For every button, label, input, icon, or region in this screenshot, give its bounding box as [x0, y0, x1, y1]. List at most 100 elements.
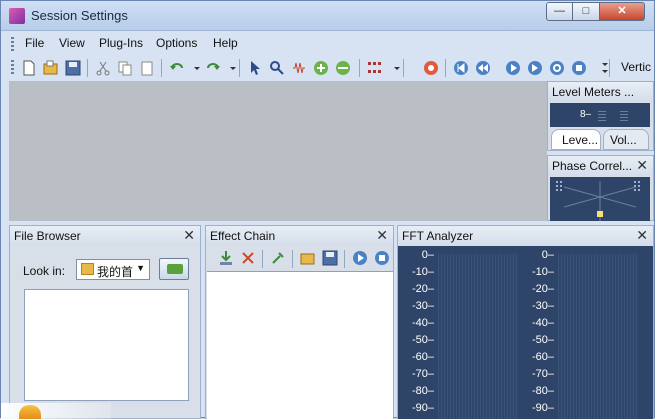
save-preset-icon[interactable] [322, 250, 338, 266]
maximize-button[interactable]: □ [573, 2, 600, 21]
zoom-icon[interactable] [269, 60, 285, 76]
look-in-label: Look in: [23, 264, 66, 278]
look-in-select[interactable]: 我的首 ▼ [76, 259, 150, 280]
paste-icon[interactable] [139, 60, 155, 76]
redo-dropdown-icon[interactable] [225, 60, 236, 76]
effect-settings-icon[interactable] [270, 250, 286, 266]
menu-grip-icon[interactable] [11, 37, 14, 51]
grid-dropdown-icon[interactable] [389, 60, 400, 76]
loop-icon[interactable] [549, 60, 565, 76]
panel-header: Phase Correl... ✕ [548, 156, 653, 176]
menu-view[interactable]: View [59, 36, 85, 50]
add-effect-icon[interactable] [218, 250, 234, 266]
level-meters-panel: Level Meters ... 8– Leve... Vol... [547, 81, 654, 151]
logo-icon [19, 405, 41, 419]
level-meter-bar-right [620, 111, 628, 123]
stop-icon[interactable] [571, 60, 587, 76]
watermark-logo [1, 403, 111, 419]
level-meters-title: Level Meters ... [552, 85, 635, 99]
menu-file[interactable]: File [25, 36, 44, 50]
rewind-icon[interactable] [475, 60, 491, 76]
phase-correlation-panel: Phase Correl... ✕ [547, 155, 654, 221]
cut-icon[interactable] [95, 60, 111, 76]
pointer-icon[interactable] [247, 60, 263, 76]
fft-analyzer-panel: FFT Analyzer ✕ 0– -10– -20– -30– -40– -50– -60… [397, 225, 654, 419]
vertical-label[interactable]: Vertic [621, 60, 651, 74]
title-bar[interactable]: Session Settings — □ ✕ [1, 1, 654, 31]
fft-scale-label: -60– [411, 351, 434, 363]
close-panel-icon[interactable]: ✕ [376, 227, 388, 244]
toolbar-overflow-icon[interactable] [597, 60, 608, 76]
fft-scale-label: -10– [531, 266, 554, 278]
zoom-in-icon[interactable] [313, 60, 329, 76]
level-meter-bar-left [598, 111, 606, 123]
toolbar-separator [445, 59, 446, 77]
window-title: Session Settings [31, 8, 128, 23]
undo-dropdown-icon[interactable] [189, 60, 200, 76]
folder-icon [81, 263, 94, 275]
phase-correlation-title: Phase Correl... [552, 159, 633, 173]
fast-forward-icon[interactable] [527, 60, 543, 76]
minimize-button[interactable]: — [546, 2, 573, 21]
panel-header: Effect Chain ✕ [206, 226, 393, 246]
fft-scale-label: -20– [411, 283, 434, 295]
panel-header: File Browser ✕ [10, 226, 200, 246]
up-folder-button[interactable] [159, 258, 189, 280]
fft-analyzer-title: FFT Analyzer [402, 229, 474, 243]
effect-chain-title: Effect Chain [210, 229, 276, 243]
menu-plug-ins[interactable]: Plug-Ins [99, 36, 143, 50]
play-icon[interactable] [352, 250, 368, 266]
toolbar-grip-icon[interactable] [11, 60, 14, 74]
effect-list[interactable] [207, 271, 393, 419]
tab-volume[interactable]: Vol... [603, 129, 649, 150]
main-workspace [9, 81, 547, 221]
fft-scale-label: -50– [531, 334, 554, 346]
save-icon[interactable] [65, 60, 81, 76]
zoom-fit-icon[interactable] [335, 60, 351, 76]
open-preset-icon[interactable] [300, 250, 316, 266]
undo-icon[interactable] [169, 60, 185, 76]
file-browser-title: File Browser [14, 229, 81, 243]
stop-icon[interactable] [374, 250, 390, 266]
panel-header: Level Meters ... [548, 82, 653, 102]
fft-scale-label: -60– [531, 351, 554, 363]
fft-scale-label: -70– [411, 368, 434, 380]
fft-scale-label: -90– [411, 402, 434, 414]
toolbar-separator [262, 250, 263, 268]
menu-help[interactable]: Help [213, 36, 238, 50]
close-button[interactable]: ✕ [600, 2, 645, 21]
toolbar-separator [344, 250, 345, 268]
fft-scale-label: -20– [531, 283, 554, 295]
skip-back-icon[interactable] [453, 60, 469, 76]
up-folder-icon [167, 264, 183, 274]
file-list[interactable] [24, 289, 189, 401]
fft-scale-label: -70– [531, 368, 554, 380]
fft-scale-label: 0– [541, 249, 554, 261]
remove-effect-icon[interactable] [240, 250, 256, 266]
new-file-icon[interactable] [21, 60, 37, 76]
redo-icon[interactable] [205, 60, 221, 76]
close-panel-icon[interactable]: ✕ [636, 157, 648, 174]
copy-icon[interactable] [117, 60, 133, 76]
fft-scale-label: -80– [411, 385, 434, 397]
fft-channel-right [558, 254, 638, 419]
file-browser-panel: File Browser ✕ Look in: 我的首 ▼ [9, 225, 201, 419]
waveform-icon[interactable] [291, 60, 307, 76]
toolbar-separator [292, 250, 293, 268]
close-panel-icon[interactable]: ✕ [183, 227, 195, 244]
play-icon[interactable] [505, 60, 521, 76]
menu-bar: File View Plug-Ins Options Help [9, 33, 649, 55]
grid-view-icon[interactable] [367, 60, 383, 76]
chevron-down-icon: ▼ [136, 263, 145, 273]
menu-options[interactable]: Options [156, 36, 197, 50]
fft-scale-label: -40– [411, 317, 434, 329]
level-meter-display: 8– [550, 103, 650, 127]
close-panel-icon[interactable]: ✕ [636, 227, 648, 244]
app-icon [9, 8, 25, 24]
tab-level[interactable]: Leve... [551, 129, 601, 150]
open-folder-icon[interactable] [43, 60, 59, 76]
toolbar-separator [87, 59, 88, 77]
level-meter-mark: 8– [580, 109, 592, 120]
fft-scale-label: -10– [411, 266, 434, 278]
record-icon[interactable] [423, 60, 439, 76]
